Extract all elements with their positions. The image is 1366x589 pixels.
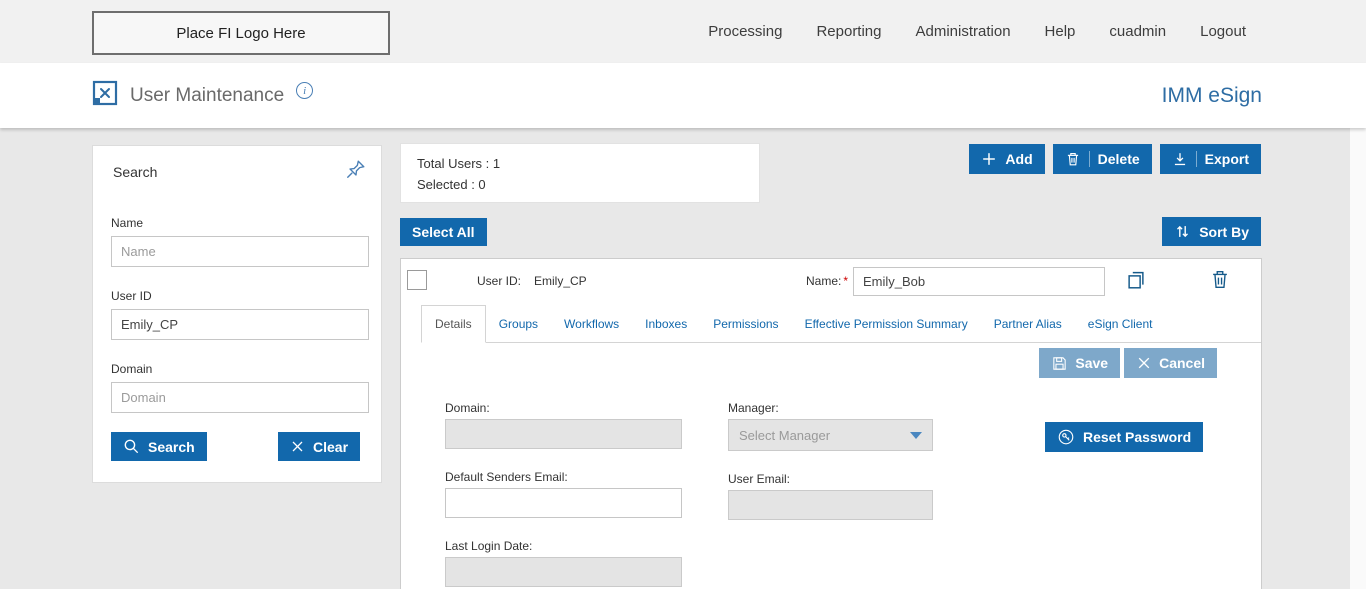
- default-senders-email-field[interactable]: [445, 488, 682, 518]
- user-email-field: [728, 490, 933, 520]
- save-button-label: Save: [1075, 355, 1109, 371]
- search-button[interactable]: Search: [111, 432, 207, 461]
- tab-groups[interactable]: Groups: [486, 306, 551, 342]
- nav-administration[interactable]: Administration: [916, 23, 1011, 40]
- search-userid-input[interactable]: [111, 309, 369, 340]
- nav-cuadmin[interactable]: cuadmin: [1109, 23, 1166, 40]
- last-login-date-label: Last Login Date:: [445, 539, 533, 553]
- crud-button-group: Add Delete Export: [969, 144, 1261, 174]
- nav-processing[interactable]: Processing: [708, 23, 782, 40]
- search-panel: Search Name User ID Domain Search: [92, 145, 382, 483]
- page-header: User Maintenance i IMM eSign: [0, 63, 1366, 128]
- user-maintenance-screen: Place FI Logo Here Processing Reporting …: [0, 0, 1366, 589]
- nav-logout[interactable]: Logout: [1200, 23, 1246, 40]
- search-domain-label: Domain: [111, 362, 153, 376]
- content-area: Search Name User ID Domain Search: [0, 128, 1366, 589]
- nav-help[interactable]: Help: [1045, 23, 1076, 40]
- select-all-button[interactable]: Select All: [400, 218, 487, 246]
- clear-button-label: Clear: [313, 438, 349, 455]
- save-button[interactable]: Save: [1039, 348, 1121, 378]
- reset-password-button[interactable]: Reset Password: [1045, 422, 1204, 452]
- page-title: User Maintenance: [130, 84, 285, 106]
- search-button-label: Search: [148, 438, 195, 455]
- domain-label: Domain:: [445, 401, 490, 415]
- manager-select[interactable]: Select Manager: [728, 419, 933, 451]
- reset-password-label: Reset Password: [1083, 429, 1192, 445]
- default-senders-email-label: Default Senders Email:: [445, 470, 568, 484]
- user-maintenance-icon: [92, 80, 118, 111]
- delete-user-icon[interactable]: [1209, 268, 1231, 295]
- search-panel-title: Search: [113, 164, 158, 180]
- close-icon: [292, 441, 303, 452]
- save-cancel-group: Save Cancel: [1039, 348, 1217, 378]
- sort-by-button[interactable]: Sort By: [1162, 217, 1261, 246]
- search-name-input[interactable]: [111, 236, 369, 267]
- fi-logo-placeholder: Place FI Logo Here: [92, 11, 390, 55]
- tab-details[interactable]: Details: [421, 305, 486, 343]
- user-email-label: User Email:: [728, 472, 791, 486]
- export-button-label: Export: [1204, 151, 1249, 167]
- manager-label: Manager:: [728, 401, 779, 415]
- select-all-label: Select All: [412, 224, 475, 240]
- name-label: Name: *: [806, 274, 849, 288]
- pin-icon[interactable]: [345, 158, 367, 185]
- user-card-tabs: Details Groups Workflows Inboxes Permiss…: [421, 305, 1261, 343]
- cancel-button[interactable]: Cancel: [1124, 348, 1217, 378]
- selected-count-text: Selected : 0: [417, 177, 486, 192]
- cancel-button-label: Cancel: [1159, 355, 1205, 371]
- totals-box: Total Users : 1 Selected : 0: [400, 143, 760, 203]
- top-bar: Place FI Logo Here Processing Reporting …: [0, 0, 1366, 63]
- nav-reporting[interactable]: Reporting: [816, 23, 881, 40]
- button-divider: [1088, 151, 1090, 167]
- tab-partner-alias[interactable]: Partner Alias: [981, 306, 1075, 342]
- user-card: User ID: Emily_CP Name:* Details Groups …: [400, 258, 1262, 589]
- tab-workflows[interactable]: Workflows: [551, 306, 632, 342]
- search-domain-input[interactable]: [111, 382, 369, 413]
- search-icon: [124, 439, 139, 454]
- delete-button-label: Delete: [1097, 151, 1140, 167]
- add-button[interactable]: Add: [969, 144, 1045, 174]
- tab-effective-permission-summary[interactable]: Effective Permission Summary: [792, 306, 981, 342]
- manager-select-value: Select Manager: [739, 427, 831, 443]
- search-name-label: Name: [111, 216, 144, 230]
- sort-by-label: Sort By: [1199, 223, 1249, 240]
- total-users-text: Total Users : 1: [417, 156, 501, 171]
- delete-button[interactable]: Delete: [1052, 144, 1152, 174]
- last-login-date-field: [445, 557, 682, 587]
- info-icon[interactable]: i: [296, 82, 314, 99]
- save-disk-icon: [1053, 356, 1067, 370]
- clear-button[interactable]: Clear: [278, 432, 361, 461]
- add-button-label: Add: [1005, 151, 1033, 167]
- user-id-value: Emily_CP: [534, 274, 587, 288]
- search-userid-label: User ID: [111, 289, 152, 303]
- brand-text: IMM eSign: [1161, 83, 1262, 107]
- export-button[interactable]: Export: [1159, 144, 1261, 174]
- top-nav: Processing Reporting Administration Help…: [708, 0, 1246, 63]
- key-circle-icon: [1058, 429, 1074, 445]
- user-id-label: User ID:: [477, 274, 522, 288]
- tab-permissions[interactable]: Permissions: [700, 306, 791, 342]
- sort-arrows-icon: [1177, 225, 1189, 238]
- copy-icon[interactable]: [1125, 269, 1147, 296]
- scrollbar-track[interactable]: [1350, 128, 1366, 589]
- domain-field: [445, 419, 682, 449]
- download-icon: [1174, 153, 1185, 166]
- close-icon: [1138, 357, 1150, 369]
- page-header-left: User Maintenance i: [92, 63, 314, 128]
- chevron-down-icon: [910, 431, 922, 439]
- user-select-checkbox[interactable]: [407, 270, 427, 290]
- tab-esign-client[interactable]: eSign Client: [1075, 306, 1166, 342]
- name-input[interactable]: [853, 267, 1105, 296]
- tab-inboxes[interactable]: Inboxes: [632, 306, 700, 342]
- plus-icon: [983, 153, 996, 165]
- button-divider: [1195, 151, 1197, 167]
- required-marker: *: [843, 274, 849, 288]
- trash-icon: [1067, 152, 1078, 166]
